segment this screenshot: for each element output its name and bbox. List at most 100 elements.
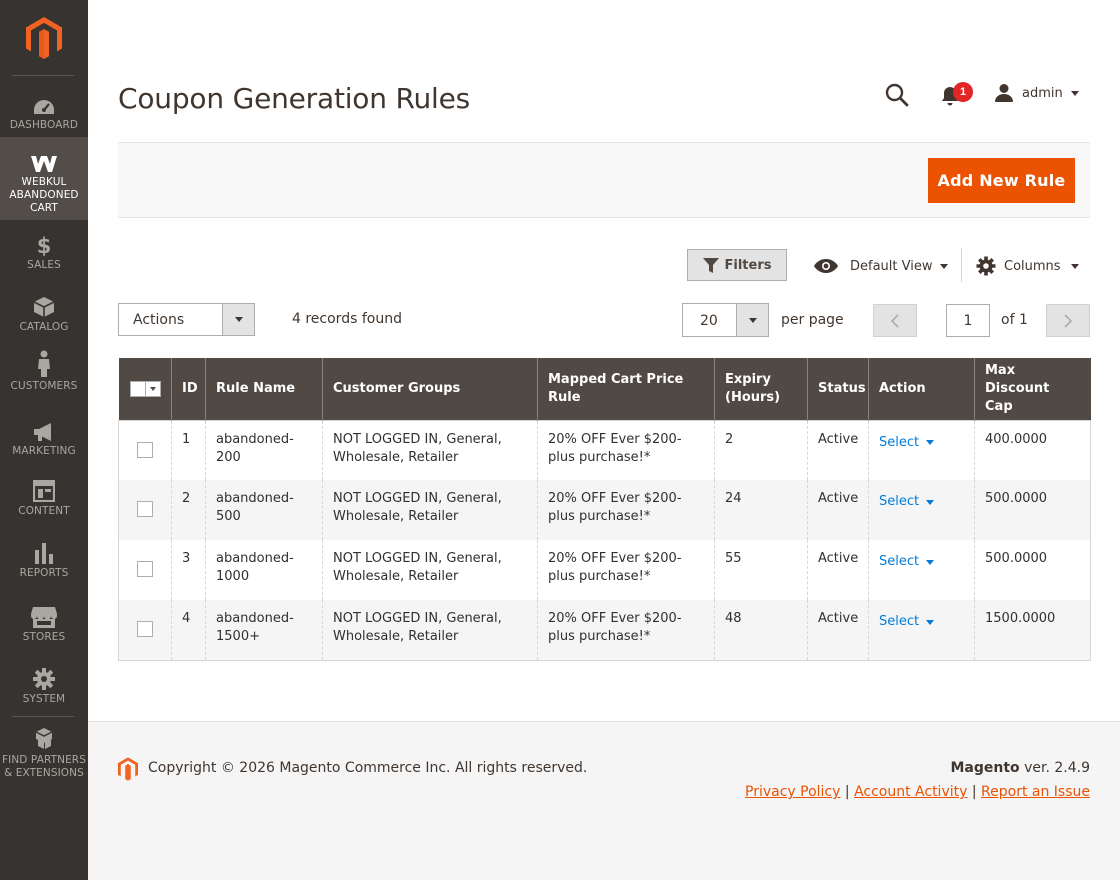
bar-chart-icon bbox=[33, 540, 55, 564]
table-row: 2 abandoned-500 NOT LOGGED IN, General, … bbox=[118, 480, 1091, 540]
sidebar-item-sales[interactable]: $ SALES bbox=[0, 232, 88, 272]
column-header-max-discount-cap[interactable]: Max Discount Cap bbox=[974, 358, 1091, 420]
cell-mapped-rule: 20% OFF Ever $200-plus purchase!* bbox=[537, 600, 715, 660]
add-new-rule-button[interactable]: Add New Rule bbox=[928, 158, 1075, 203]
magento-logo[interactable] bbox=[0, 0, 88, 76]
mass-select-checkbox[interactable] bbox=[129, 380, 161, 397]
mass-actions-select[interactable]: Actions bbox=[118, 303, 255, 336]
content-layout-icon bbox=[33, 478, 55, 502]
default-view-dropdown[interactable]: Default View bbox=[814, 254, 949, 278]
table-row: 3 abandoned-1000 NOT LOGGED IN, General,… bbox=[118, 540, 1091, 600]
cell-rule-name: abandoned-200 bbox=[205, 420, 323, 480]
sidebar-item-label: CUSTOMERS bbox=[10, 380, 78, 392]
chevron-down-icon bbox=[926, 440, 935, 445]
column-header-expiry-hours[interactable]: Expiry (Hours) bbox=[714, 358, 808, 420]
sidebar-item-stores[interactable]: STORES bbox=[0, 604, 88, 644]
row-action-select[interactable]: Select bbox=[879, 493, 935, 511]
cell-customer-groups: NOT LOGGED IN, General, Wholesale, Retai… bbox=[322, 480, 538, 540]
grid-header-row: ID Rule Name Customer Groups Mapped Cart… bbox=[118, 358, 1091, 420]
account-activity-link[interactable]: Account Activity bbox=[854, 784, 967, 800]
chevron-down-icon bbox=[940, 263, 949, 269]
sidebar-item-label: FIND PARTNERS & EXTENSIONS bbox=[2, 754, 86, 779]
chevron-left-icon bbox=[890, 313, 899, 328]
table-row: 1 abandoned-200 NOT LOGGED IN, General, … bbox=[118, 420, 1091, 480]
column-header-id[interactable]: ID bbox=[171, 358, 206, 420]
table-row: 4 abandoned-1500+ NOT LOGGED IN, General… bbox=[118, 600, 1091, 660]
row-checkbox[interactable] bbox=[137, 501, 153, 517]
current-page-input[interactable] bbox=[946, 304, 990, 337]
gear-icon bbox=[33, 666, 55, 690]
sidebar-item-catalog[interactable]: CATALOG bbox=[0, 294, 88, 334]
cell-max-discount-cap: 1500.0000 bbox=[974, 600, 1091, 660]
sidebar-item-system[interactable]: SYSTEM bbox=[0, 666, 88, 706]
previous-page-button[interactable] bbox=[873, 304, 917, 337]
cell-customer-groups: NOT LOGGED IN, General, Wholesale, Retai… bbox=[322, 420, 538, 480]
privacy-policy-link[interactable]: Privacy Policy bbox=[745, 784, 840, 800]
sidebar-item-reports[interactable]: REPORTS bbox=[0, 540, 88, 580]
user-name: admin bbox=[1022, 85, 1063, 101]
report-issue-link[interactable]: Report an Issue bbox=[981, 784, 1090, 800]
cell-mapped-rule: 20% OFF Ever $200-plus purchase!* bbox=[537, 540, 715, 600]
per-page-label: per page bbox=[781, 312, 844, 328]
cubes-icon bbox=[32, 727, 56, 751]
columns-dropdown[interactable]: Columns bbox=[976, 254, 1079, 278]
cell-expiry: 55 bbox=[714, 540, 808, 600]
sidebar-item-customers[interactable]: CUSTOMERS bbox=[0, 350, 88, 392]
row-action-select[interactable]: Select bbox=[879, 434, 935, 452]
version-number: ver. 2.4.9 bbox=[1019, 760, 1090, 776]
admin-user-menu[interactable]: admin bbox=[994, 82, 1079, 104]
cell-id: 1 bbox=[171, 420, 206, 480]
next-page-button[interactable] bbox=[1046, 304, 1090, 337]
coupon-rules-grid: ID Rule Name Customer Groups Mapped Cart… bbox=[118, 358, 1091, 661]
cell-expiry: 48 bbox=[714, 600, 808, 660]
megaphone-icon bbox=[32, 418, 56, 442]
cell-rule-name: abandoned-500 bbox=[205, 480, 323, 540]
column-header-rule-name[interactable]: Rule Name bbox=[205, 358, 323, 420]
cell-action: Select bbox=[868, 600, 975, 660]
sidebar-item-dashboard[interactable]: DASHBOARD bbox=[0, 92, 88, 132]
cell-customer-groups: NOT LOGGED IN, General, Wholesale, Retai… bbox=[322, 540, 538, 600]
filter-funnel-icon bbox=[702, 257, 719, 273]
chevron-down-icon bbox=[1070, 90, 1079, 96]
row-checkbox[interactable] bbox=[137, 621, 153, 637]
row-action-select[interactable]: Select bbox=[879, 553, 935, 571]
row-checkbox[interactable] bbox=[137, 441, 153, 458]
sidebar-item-label: STORES bbox=[22, 631, 66, 643]
filters-button[interactable]: Filters bbox=[687, 249, 787, 281]
chevron-right-icon bbox=[1064, 313, 1073, 328]
row-checkbox-cell bbox=[118, 600, 172, 660]
column-header-mapped-cart-price-rule[interactable]: Mapped Cart Price Rule bbox=[537, 358, 715, 420]
dashboard-icon bbox=[32, 92, 56, 116]
column-header-status[interactable]: Status bbox=[807, 358, 869, 420]
row-checkbox-cell bbox=[118, 420, 172, 480]
user-icon bbox=[995, 84, 1013, 102]
page-title: Coupon Generation Rules bbox=[118, 82, 471, 115]
cell-action: Select bbox=[868, 540, 975, 600]
magento-logo-icon bbox=[26, 17, 62, 59]
sidebar-item-marketing[interactable]: MARKETING bbox=[0, 418, 88, 458]
chevron-down-icon bbox=[222, 304, 254, 335]
notifications-button[interactable]: 1 bbox=[938, 82, 978, 110]
mass-select-box bbox=[129, 380, 146, 397]
magento-footer-logo-icon bbox=[118, 757, 138, 786]
chevron-down-icon bbox=[145, 380, 161, 397]
cell-status: Active bbox=[807, 420, 869, 480]
row-action-select[interactable]: Select bbox=[879, 613, 935, 631]
cell-expiry: 24 bbox=[714, 480, 808, 540]
sidebar-item-find-partners[interactable]: FIND PARTNERS & EXTENSIONS bbox=[0, 727, 88, 779]
version-text: Magento ver. 2.4.9 bbox=[950, 760, 1090, 776]
sidebar-item-content[interactable]: CONTENT bbox=[0, 478, 88, 518]
cell-customer-groups: NOT LOGGED IN, General, Wholesale, Retai… bbox=[322, 600, 538, 660]
cell-max-discount-cap: 400.0000 bbox=[974, 420, 1091, 480]
footer-links: Privacy Policy | Account Activity | Repo… bbox=[745, 784, 1090, 800]
global-search-button[interactable] bbox=[884, 82, 912, 110]
cell-status: Active bbox=[807, 600, 869, 660]
column-header-customer-groups[interactable]: Customer Groups bbox=[322, 358, 538, 420]
cell-mapped-rule: 20% OFF Ever $200-plus purchase!* bbox=[537, 420, 715, 480]
svg-text:$: $ bbox=[37, 234, 52, 256]
gear-icon bbox=[976, 256, 996, 276]
search-icon bbox=[885, 83, 909, 107]
sidebar-item-webkul-abandoned-cart[interactable]: WEBKUL ABANDONED CART bbox=[0, 137, 88, 220]
per-page-select[interactable]: 20 bbox=[682, 303, 769, 337]
row-checkbox[interactable] bbox=[137, 561, 153, 577]
